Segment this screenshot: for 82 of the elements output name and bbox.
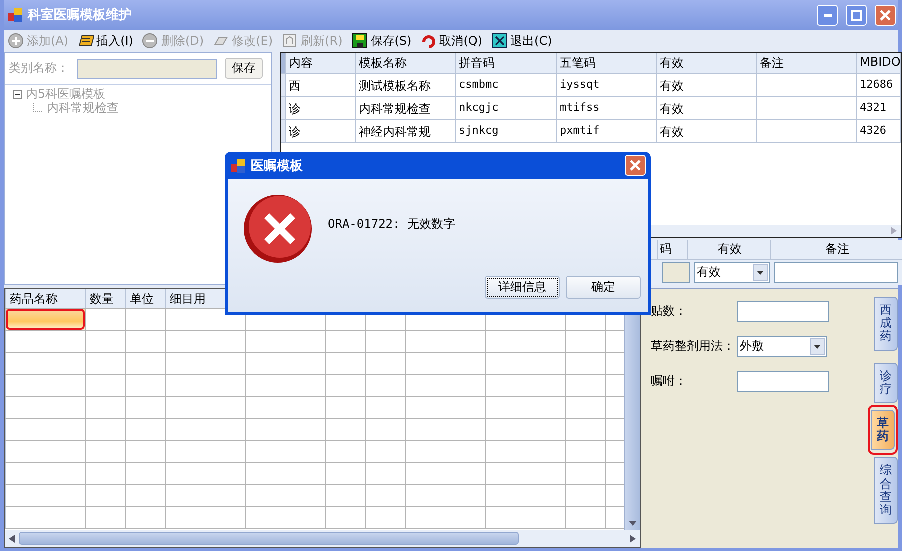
table-cell[interactable]: 有效 (657, 120, 757, 142)
tree-connector-icon (33, 103, 43, 113)
side-tab[interactable]: 草药 (871, 410, 895, 450)
table-cell[interactable]: 有效 (657, 97, 757, 119)
maximize-icon (851, 10, 862, 20)
side-tab[interactable]: 诊疗 (874, 362, 898, 403)
usage-select[interactable]: 外敷 (737, 336, 827, 357)
valid-select[interactable]: 有效 (694, 262, 770, 283)
collapse-toggle[interactable] (13, 90, 22, 98)
caret-icon (814, 344, 821, 348)
minimize-button[interactable] (817, 4, 838, 26)
undo-icon (420, 33, 437, 49)
table-cell[interactable]: 4326 (857, 120, 901, 142)
column-header: 码 (657, 240, 687, 259)
app-icon (231, 158, 245, 172)
advice-field[interactable] (737, 371, 829, 392)
column-header[interactable]: MBIDO (857, 53, 901, 73)
scroll-down-icon[interactable] (628, 521, 636, 526)
column-header[interactable]: 模板名称 (356, 53, 456, 73)
close-icon (880, 10, 891, 20)
column-header[interactable]: 单位 (126, 289, 166, 308)
minus-icon (142, 33, 158, 49)
dialog-title: 医嘱模板 (251, 158, 304, 174)
save-icon (352, 33, 368, 49)
toolbar-button[interactable]: 退出(C) (492, 31, 552, 51)
table-cell[interactable]: 西 (286, 74, 356, 96)
column-header[interactable]: 五笔码 (557, 53, 657, 73)
close-button[interactable] (875, 4, 896, 26)
remark-field[interactable] (774, 262, 898, 283)
column-header: 有效 (687, 240, 770, 259)
dialog-button[interactable]: 详细信息 (485, 276, 560, 299)
table-cell[interactable]: 诊 (286, 120, 356, 142)
scroll-right-icon[interactable] (630, 534, 636, 542)
table-cell[interactable]: 12686 (857, 74, 901, 96)
minus-icon (15, 92, 20, 96)
table-cell[interactable]: sjnkcg (456, 120, 557, 142)
side-tab[interactable]: 综合查询 (874, 457, 898, 524)
field-label: 贴数： (651, 303, 688, 320)
row-header[interactable] (281, 97, 286, 119)
caret-icon (757, 270, 764, 274)
close-icon (630, 160, 641, 171)
toolbar-button[interactable]: 保存(S) (352, 31, 412, 51)
table-cell[interactable]: nkcgjc (456, 97, 557, 119)
maximize-button[interactable] (846, 4, 867, 26)
table-cell[interactable]: 4321 (857, 97, 901, 119)
add-icon (8, 33, 24, 49)
close-button[interactable] (625, 155, 646, 176)
field-label: 嘱咐： (651, 373, 688, 390)
scrollbar-thumb[interactable] (19, 532, 519, 545)
table-cell[interactable]: 诊 (286, 97, 356, 119)
minimize-icon (824, 14, 832, 16)
doses-field[interactable] (737, 301, 829, 322)
window-title: 科室医嘱模板维护 (28, 6, 133, 24)
row-header[interactable] (281, 120, 286, 142)
column-header[interactable]: 备注 (757, 53, 857, 73)
side-tab[interactable]: 西成药 (874, 297, 898, 351)
error-message: ORA-01722: 无效数字 (328, 216, 456, 233)
column-header[interactable]: 拼音码 (456, 53, 557, 73)
app-icon (8, 8, 22, 22)
table-cell[interactable]: iyssqt (557, 74, 657, 96)
field-label: 类别名称： (9, 60, 69, 77)
table-cell[interactable]: 测试模板名称 (356, 74, 456, 96)
dialog-button[interactable]: 确定 (566, 276, 641, 299)
field-label: 草药整剂用法： (651, 338, 736, 355)
column-header[interactable]: 药品名称 (6, 289, 86, 308)
column-header[interactable]: 数量 (86, 289, 126, 308)
table-cell[interactable]: pxmtif (557, 120, 657, 142)
table-cell[interactable]: 内科常规检查 (356, 97, 456, 119)
table-cell[interactable]: mtifss (557, 97, 657, 119)
table-cell[interactable]: csmbmc (456, 74, 557, 96)
toolbar-button[interactable]: 取消(Q) (420, 31, 483, 51)
table-cell[interactable]: 神经内科常规 (356, 120, 456, 142)
column-header[interactable]: 内容 (286, 53, 356, 73)
notebook-icon (78, 33, 94, 49)
column-header[interactable]: 有效 (657, 53, 757, 73)
column-header: 备注 (770, 240, 902, 259)
close-icon (492, 33, 508, 49)
scroll-left-icon[interactable] (9, 534, 15, 542)
table-cell[interactable]: 有效 (657, 74, 757, 96)
toolbar-button[interactable]: 插入(I) (78, 31, 134, 51)
refresh-icon (282, 33, 298, 49)
row-header[interactable] (281, 74, 286, 96)
